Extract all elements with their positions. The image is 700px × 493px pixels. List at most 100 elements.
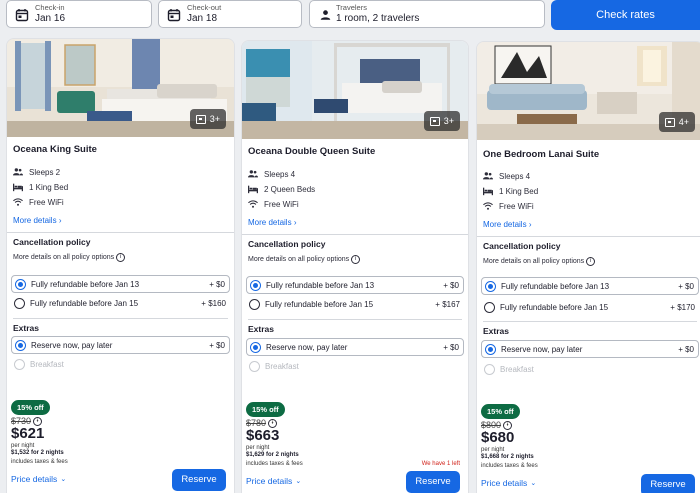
radio-selected[interactable] bbox=[250, 279, 261, 291]
cancellation-option[interactable]: Fully refundable before Jan 15 + $167 bbox=[246, 295, 464, 313]
option-label: Fully refundable before Jan 13 bbox=[501, 281, 610, 291]
radio-disabled bbox=[249, 360, 260, 372]
option-price: + $0 bbox=[678, 281, 694, 291]
photo-count-badge[interactable]: 3+ bbox=[189, 109, 226, 129]
radio-selected[interactable] bbox=[15, 339, 26, 351]
price-details-link[interactable]: Price details ⌄ bbox=[481, 478, 536, 488]
price-details-link[interactable]: Price details ⌄ bbox=[11, 474, 66, 484]
option-label: Fully refundable before Jan 13 bbox=[266, 280, 375, 290]
person-icon bbox=[320, 10, 331, 20]
checkout-label: Check-out bbox=[187, 3, 222, 12]
reserve-button[interactable]: Reserve bbox=[172, 469, 226, 491]
amenity-sleeps: Sleeps 2 bbox=[13, 167, 60, 177]
info-icon[interactable]: i bbox=[116, 253, 126, 262]
room-photo[interactable]: 4+ bbox=[477, 42, 700, 140]
checkout-field[interactable]: Check-out Jan 18 bbox=[158, 0, 302, 28]
checkin-value: Jan 16 bbox=[35, 13, 66, 24]
info-icon[interactable]: i bbox=[351, 255, 361, 264]
amenity-sleeps: Sleeps 4 bbox=[483, 171, 530, 181]
radio-disabled bbox=[14, 358, 25, 370]
travelers-field[interactable]: Travelers 1 room, 2 travelers bbox=[309, 0, 545, 28]
policy-details-link[interactable]: More details on all policy options i bbox=[13, 253, 126, 262]
search-bar: Check-in Jan 16 Check-out Jan 18 Travele… bbox=[0, 0, 700, 32]
option-label: Fully refundable before Jan 15 bbox=[30, 298, 139, 308]
cancellation-option[interactable]: Fully refundable before Jan 13 + $0 bbox=[11, 275, 230, 293]
more-details-link[interactable]: More details › bbox=[248, 218, 296, 227]
policy-details-label: More details on all policy options bbox=[483, 258, 585, 265]
more-details-label: More details bbox=[483, 220, 527, 229]
option-label: Fully refundable before Jan 13 bbox=[31, 279, 140, 289]
divider bbox=[242, 234, 468, 235]
chevron-down-icon: ⌄ bbox=[530, 480, 537, 487]
amenity-sleeps: Sleeps 4 bbox=[248, 169, 295, 179]
current-price: $621 bbox=[11, 425, 45, 442]
taxes-note: includes taxes & fees bbox=[11, 459, 68, 465]
room-card: 3+ Oceana King Suite Sleeps 2 1 King Bed… bbox=[6, 38, 235, 493]
extras-option[interactable]: Reserve now, pay later + $0 bbox=[481, 340, 699, 358]
amenity-text: Free WiFi bbox=[29, 197, 64, 207]
amenity-text: 2 Queen Beds bbox=[264, 184, 316, 194]
more-details-link[interactable]: More details › bbox=[13, 216, 61, 225]
extras-title: Extras bbox=[483, 326, 509, 336]
extras-title: Extras bbox=[248, 324, 274, 334]
option-label: Fully refundable before Jan 15 bbox=[265, 299, 374, 309]
option-price: + $0 bbox=[443, 280, 459, 290]
amenity-text: 1 King Bed bbox=[499, 186, 539, 196]
radio-selected[interactable] bbox=[15, 278, 26, 290]
total-price: $1,668 for 2 nights bbox=[481, 454, 534, 460]
photo-count-badge[interactable]: 4+ bbox=[658, 112, 695, 132]
radio-unselected[interactable] bbox=[14, 297, 25, 309]
info-icon[interactable]: i bbox=[586, 257, 596, 266]
amenity-text: Sleeps 4 bbox=[264, 169, 296, 179]
availability-note: We have 1 left bbox=[421, 461, 460, 467]
price-details-label: Price details bbox=[481, 478, 528, 488]
option-price: + $0 bbox=[678, 344, 694, 354]
extras-option[interactable]: Reserve now, pay later + $0 bbox=[246, 338, 464, 356]
cancellation-option[interactable]: Fully refundable before Jan 13 + $0 bbox=[481, 277, 699, 295]
bed-icon bbox=[483, 187, 493, 196]
calendar-icon bbox=[15, 9, 29, 22]
people-icon bbox=[13, 168, 23, 176]
check-rates-button[interactable]: Check rates bbox=[551, 0, 700, 30]
photo-count: 3+ bbox=[209, 114, 220, 124]
policy-details-link[interactable]: More details on all policy options i bbox=[248, 255, 361, 264]
price-details-link[interactable]: Price details ⌄ bbox=[246, 476, 301, 486]
room-photo[interactable]: 3+ bbox=[7, 39, 234, 137]
radio-selected[interactable] bbox=[250, 341, 261, 353]
checkin-field[interactable]: Check-in Jan 16 bbox=[6, 0, 152, 28]
cancellation-option[interactable]: Fully refundable before Jan 13 + $0 bbox=[246, 276, 464, 294]
extras-option[interactable]: Reserve now, pay later + $0 bbox=[11, 336, 230, 354]
wifi-icon bbox=[13, 198, 23, 206]
option-label: Reserve now, pay later bbox=[31, 340, 113, 350]
reserve-button[interactable]: Reserve bbox=[641, 474, 695, 493]
amenity-bed: 1 King Bed bbox=[13, 182, 68, 192]
option-price: + $0 bbox=[443, 342, 459, 352]
cancellation-title: Cancellation policy bbox=[483, 241, 561, 251]
divider bbox=[248, 319, 462, 320]
gallery-icon bbox=[429, 116, 440, 126]
reserve-button[interactable]: Reserve bbox=[406, 471, 460, 493]
cancellation-option[interactable]: Fully refundable before Jan 15 + $170 bbox=[481, 298, 699, 316]
chevron-right-icon: › bbox=[58, 216, 62, 225]
option-label: Reserve now, pay later bbox=[266, 342, 348, 352]
room-card: 4+ One Bedroom Lanai Suite Sleeps 4 1 Ki… bbox=[476, 41, 700, 493]
radio-selected[interactable] bbox=[485, 280, 496, 292]
room-photo[interactable]: 3+ bbox=[242, 41, 468, 139]
more-details-link[interactable]: More details › bbox=[483, 220, 531, 229]
radio-selected[interactable] bbox=[485, 343, 496, 355]
option-price: + $160 bbox=[201, 298, 226, 308]
policy-details-label: More details on all policy options bbox=[248, 256, 350, 263]
people-icon bbox=[248, 170, 258, 178]
radio-unselected[interactable] bbox=[249, 298, 260, 310]
photo-count-badge[interactable]: 3+ bbox=[423, 111, 460, 131]
option-label: Breakfast bbox=[500, 364, 534, 374]
policy-details-link[interactable]: More details on all policy options i bbox=[483, 257, 596, 266]
amenity-bed: 1 King Bed bbox=[483, 186, 538, 196]
radio-unselected[interactable] bbox=[484, 301, 495, 313]
amenity-wifi: Free WiFi bbox=[13, 197, 64, 207]
bed-icon bbox=[248, 185, 258, 194]
cancellation-option[interactable]: Fully refundable before Jan 15 + $160 bbox=[11, 294, 230, 312]
price-details-label: Price details bbox=[11, 474, 58, 484]
total-price: $1,629 for 2 nights bbox=[246, 452, 299, 458]
more-details-label: More details bbox=[248, 218, 292, 227]
